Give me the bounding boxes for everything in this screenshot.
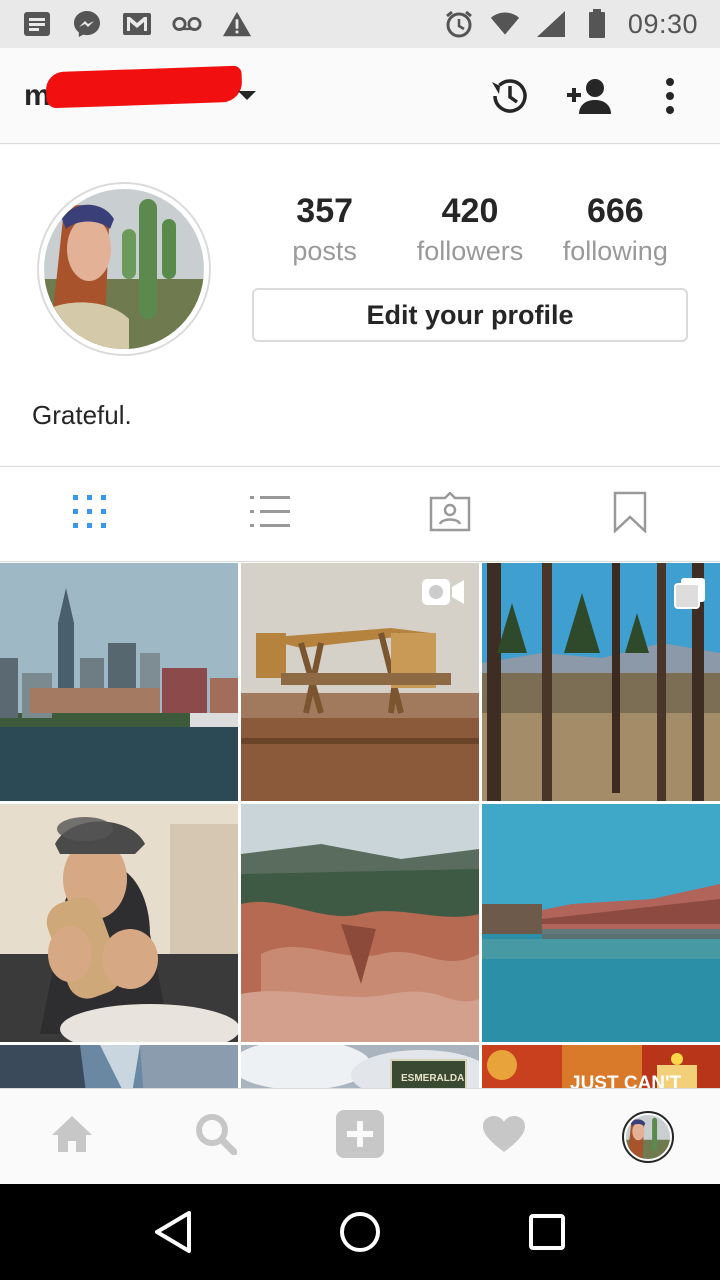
tab-tagged[interactable] (360, 467, 540, 561)
stat-label: followers (416, 236, 524, 266)
stat-value: 357 (296, 192, 354, 230)
edit-profile-button[interactable]: Edit your profile (252, 288, 688, 342)
sign-text: ESMERALDA (401, 1073, 464, 1084)
grid-icon (72, 494, 108, 535)
system-navigation-bar (0, 1184, 720, 1280)
list-icon (250, 495, 290, 534)
stat-followers[interactable]: 420 followers (397, 189, 542, 269)
bottom-navigation (0, 1088, 720, 1184)
messenger-icon (72, 9, 102, 39)
account-switcher[interactable]: me (24, 65, 257, 113)
collage-text: JUST CAN'T (570, 1073, 682, 1088)
home-icon (51, 1115, 93, 1158)
multiple-photos-icon (674, 577, 706, 609)
profile-stats: 357 posts 420 followers 666 following (252, 189, 688, 269)
post-thumbnail[interactable] (241, 804, 479, 1042)
post-thumbnail[interactable] (0, 563, 238, 801)
profile-avatar-small (622, 1110, 674, 1163)
posts-grid: ESMERALDA JUST CAN'T (0, 563, 720, 1088)
warning-icon (222, 9, 252, 39)
tab-saved[interactable] (540, 467, 720, 561)
instagram-profile-screen: 09:30 me (0, 0, 720, 1280)
chevron-down-icon (238, 91, 257, 100)
add-post-icon (336, 1110, 384, 1163)
stat-value: 666 (586, 192, 644, 230)
tab-grid-view[interactable] (0, 467, 180, 561)
history-icon[interactable] (484, 70, 536, 122)
profile-header: 357 posts 420 followers 666 following Ed… (0, 145, 720, 465)
profile-avatar[interactable] (37, 182, 211, 356)
status-right-icons: 09:30 (444, 9, 698, 40)
post-thumbnail[interactable] (241, 563, 479, 801)
nav-new-post[interactable] (288, 1089, 432, 1184)
redaction-mark (45, 65, 243, 108)
stat-label: posts (292, 236, 357, 266)
voicemail-icon (172, 9, 202, 39)
stat-value: 420 (441, 192, 499, 230)
gmail-icon (122, 9, 152, 39)
post-thumbnail[interactable] (482, 563, 720, 801)
stat-following[interactable]: 666 following (543, 189, 688, 269)
back-icon[interactable] (143, 1202, 203, 1262)
tagged-person-icon (429, 490, 471, 537)
post-thumbnail[interactable] (0, 804, 238, 1042)
add-person-icon[interactable] (564, 70, 616, 122)
profile-bio: Grateful. (32, 400, 132, 430)
nav-activity[interactable] (432, 1089, 576, 1184)
post-thumbnail[interactable] (0, 1045, 238, 1088)
activity-heart-icon (482, 1115, 526, 1158)
tab-list-view[interactable] (180, 467, 360, 561)
profile-view-tabs (0, 466, 720, 562)
post-thumbnail[interactable]: ESMERALDA (241, 1045, 479, 1088)
bookmark-icon (613, 491, 647, 538)
avatar-photo (44, 189, 204, 349)
notification-icon (22, 9, 52, 39)
app-bar-actions (484, 70, 696, 122)
post-thumbnail[interactable]: JUST CAN'T (482, 1045, 720, 1088)
nav-home[interactable] (0, 1089, 144, 1184)
nav-search[interactable] (144, 1089, 288, 1184)
alarm-icon (444, 9, 474, 39)
post-thumbnail[interactable] (482, 804, 720, 1042)
status-left-icons (22, 9, 252, 39)
home-circle-icon[interactable] (330, 1202, 390, 1262)
search-icon (195, 1113, 238, 1160)
battery-icon (582, 9, 612, 39)
recents-icon[interactable] (517, 1202, 577, 1262)
clock: 09:30 (627, 8, 698, 39)
top-app-bar: me (0, 48, 720, 144)
status-bar: 09:30 (0, 0, 720, 48)
nav-profile[interactable] (576, 1089, 720, 1184)
stat-label: following (562, 236, 668, 266)
cell-signal-icon (536, 9, 566, 39)
video-badge-icon (421, 577, 465, 607)
more-vert-icon[interactable] (644, 70, 696, 122)
stat-posts[interactable]: 357 posts (252, 189, 397, 269)
wifi-icon (490, 9, 520, 39)
